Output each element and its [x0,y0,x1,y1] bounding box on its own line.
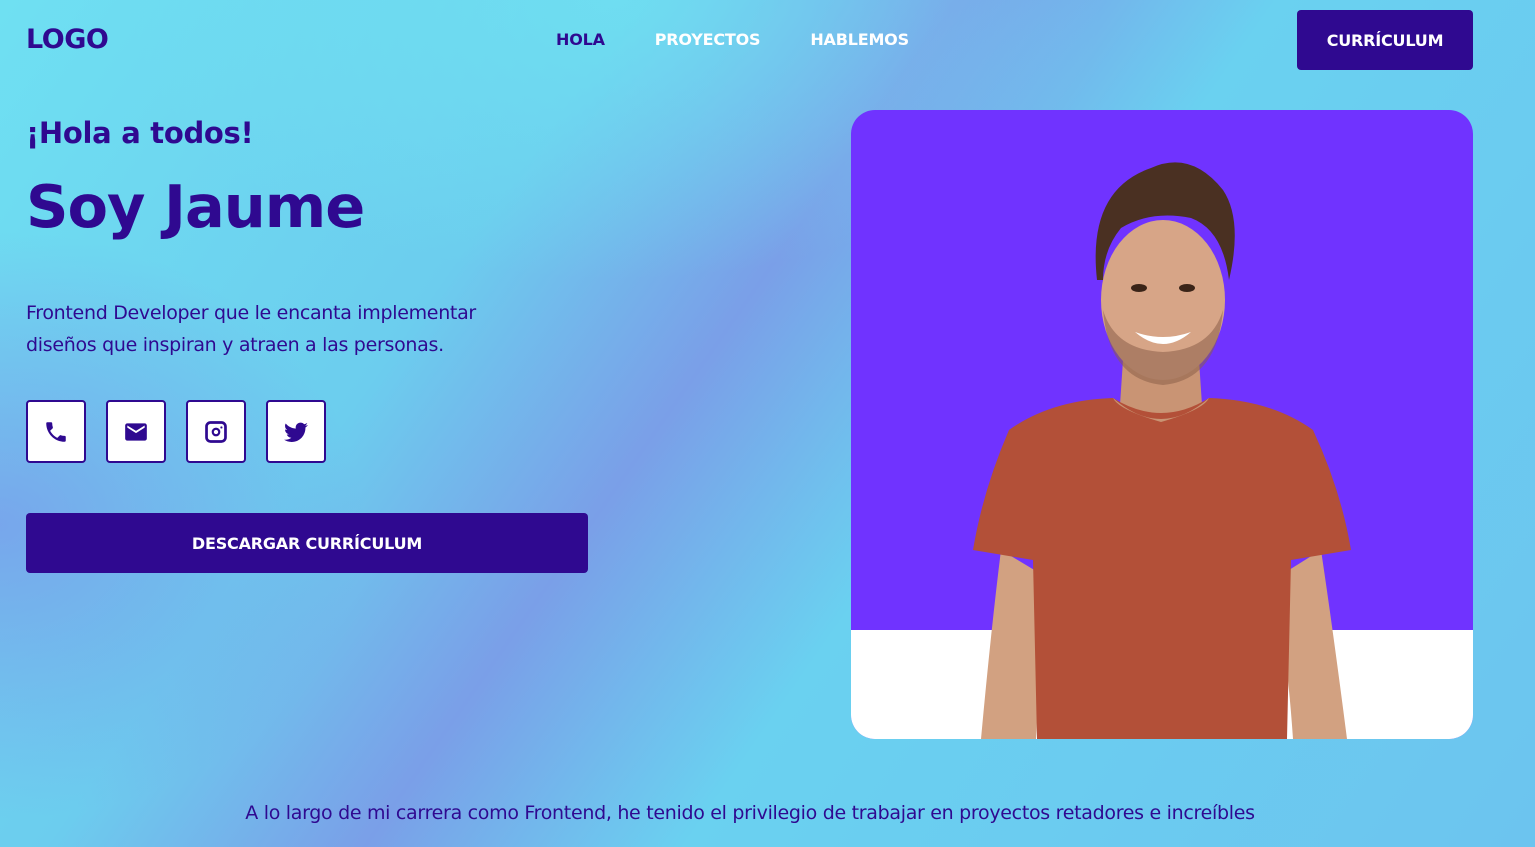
mail-icon [125,422,147,441]
curriculum-header-button[interactable]: CURRÍCULUM [1297,10,1473,70]
nav-item-hola[interactable]: HOLA [556,30,605,49]
instagram-icon [205,420,227,443]
phone-link[interactable] [26,400,86,463]
description-line-2: diseños que inspiran y atraen a las pers… [26,334,444,356]
instagram-link[interactable] [186,400,246,463]
profile-photo [851,110,1473,739]
twitter-link[interactable] [266,400,326,463]
hero-description: Frontend Developer que le encanta implem… [26,297,546,361]
about-intro-text: A lo largo de mi carrera como Frontend, … [245,802,1255,824]
logo[interactable]: LOGO [26,24,109,55]
main-nav: HOLA PROYECTOS HABLEMOS [556,30,909,49]
nav-item-proyectos[interactable]: PROYECTOS [655,30,761,49]
person-illustration [973,162,1351,739]
nav-item-hablemos[interactable]: HABLEMOS [810,30,909,49]
download-curriculum-button[interactable]: DESCARGAR CURRÍCULUM [26,513,588,573]
social-links [26,400,326,463]
description-line-1: Frontend Developer que le encanta implem… [26,302,476,324]
hero-name-heading: Soy Jaume [26,172,365,241]
phone-icon [46,421,66,442]
twitter-icon [284,422,308,442]
mail-link[interactable] [106,400,166,463]
greeting-text: ¡Hola a todos! [26,116,254,150]
